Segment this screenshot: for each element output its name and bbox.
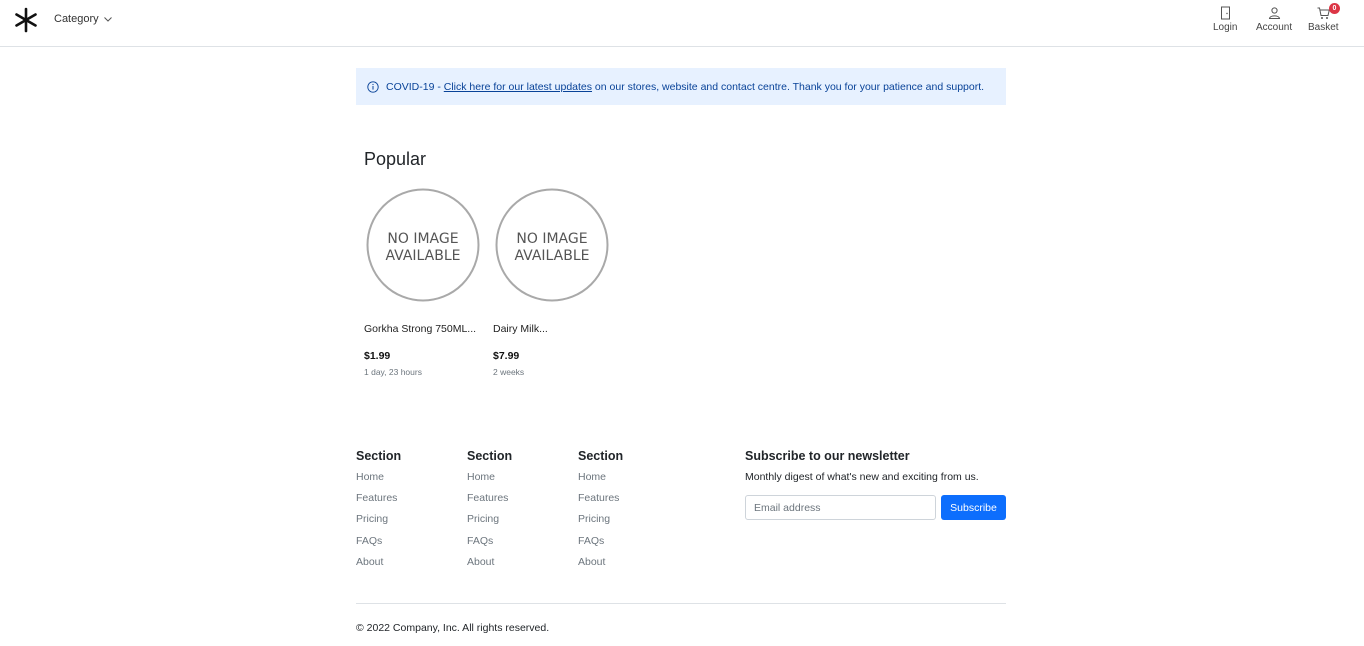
footer-link-about[interactable]: About: [467, 556, 512, 577]
footer-link-home[interactable]: Home: [467, 471, 512, 492]
product-name[interactable]: Gorkha Strong 750ML...: [364, 323, 482, 335]
footer-link-faqs[interactable]: FAQs: [467, 535, 512, 556]
login-link[interactable]: Login: [1213, 6, 1237, 33]
footer-column-heading: Section: [578, 449, 624, 463]
subscribe-button[interactable]: Subscribe: [941, 495, 1006, 520]
no-image-text-line2: AVAILABLE: [385, 248, 460, 264]
alert-updates-link[interactable]: Click here for our latest updates: [444, 81, 592, 93]
product-name[interactable]: Dairy Milk...: [493, 323, 611, 335]
product-time: 1 day, 23 hours: [364, 367, 422, 377]
user-icon: [1268, 7, 1280, 19]
footer-column-heading: Section: [356, 449, 402, 463]
category-label: Category: [54, 13, 99, 25]
footer-column-heading: Section: [467, 449, 513, 463]
cart-icon: [1317, 7, 1330, 19]
door-icon: [1220, 6, 1230, 20]
no-image-text-line1: NO IMAGE: [516, 231, 587, 247]
product-price: $1.99: [364, 350, 391, 362]
product-card[interactable]: NO IMAGE AVAILABLE Gorkha Strong 750ML..…: [364, 188, 482, 377]
footer-link-faqs[interactable]: FAQs: [356, 535, 401, 556]
basket-count-badge: 0: [1329, 3, 1340, 14]
no-image-text-line1: NO IMAGE: [387, 231, 458, 247]
product-price: $7.99: [493, 350, 520, 362]
footer-divider: [356, 603, 1006, 604]
footer-link-pricing[interactable]: Pricing: [467, 513, 512, 534]
info-icon: [367, 80, 379, 93]
footer-link-pricing[interactable]: Pricing: [356, 513, 401, 534]
login-label: Login: [1213, 22, 1238, 33]
newsletter-description: Monthly digest of what's new and excitin…: [745, 471, 979, 483]
asterisk-logo-icon[interactable]: [13, 7, 39, 33]
product-card[interactable]: NO IMAGE AVAILABLE Dairy Milk... $7.99 2…: [493, 188, 611, 377]
newsletter-form: Subscribe: [745, 495, 1007, 520]
footer-link-pricing[interactable]: Pricing: [578, 513, 623, 534]
footer-column: Section Home Features Pricing FAQs About: [356, 449, 401, 577]
footer-link-about[interactable]: About: [578, 556, 623, 577]
top-navbar: Category Login Account Basket 0: [0, 0, 1364, 47]
no-image-text-line2: AVAILABLE: [514, 248, 589, 264]
account-label: Account: [1256, 22, 1293, 33]
footer-column: Section Home Features Pricing FAQs About: [467, 449, 512, 577]
copyright-text: © 2022 Company, Inc. All rights reserved…: [356, 622, 550, 634]
alert-suffix: on our stores, website and contact centr…: [592, 80, 985, 93]
footer-column: Section Home Features Pricing FAQs About: [578, 449, 623, 577]
chevron-down-icon: [103, 17, 112, 22]
footer-link-home[interactable]: Home: [356, 471, 401, 492]
newsletter-title: Subscribe to our newsletter: [745, 449, 910, 463]
popular-heading: Popular: [364, 149, 427, 169]
alert-text: COVID-19 - Click here for our latest upd…: [386, 81, 984, 93]
category-dropdown[interactable]: Category: [54, 13, 113, 25]
footer-link-about[interactable]: About: [356, 556, 401, 577]
footer-link-home[interactable]: Home: [578, 471, 623, 492]
alert-prefix: COVID-19 -: [386, 80, 444, 93]
footer-link-faqs[interactable]: FAQs: [578, 535, 623, 556]
footer-link-features[interactable]: Features: [578, 492, 623, 513]
footer-link-features[interactable]: Features: [356, 492, 401, 513]
basket-link[interactable]: Basket 0: [1308, 3, 1340, 33]
email-input[interactable]: [745, 495, 936, 520]
footer-link-features[interactable]: Features: [467, 492, 512, 513]
covid-alert: COVID-19 - Click here for our latest upd…: [356, 68, 1006, 105]
no-image-placeholder: NO IMAGE AVAILABLE: [495, 188, 609, 302]
product-time: 2 weeks: [493, 367, 525, 377]
account-link[interactable]: Account: [1256, 6, 1292, 33]
no-image-placeholder: NO IMAGE AVAILABLE: [366, 188, 480, 302]
basket-label: Basket: [1308, 22, 1339, 33]
newsletter-section: Subscribe to our newsletter Monthly dige…: [745, 449, 1007, 520]
